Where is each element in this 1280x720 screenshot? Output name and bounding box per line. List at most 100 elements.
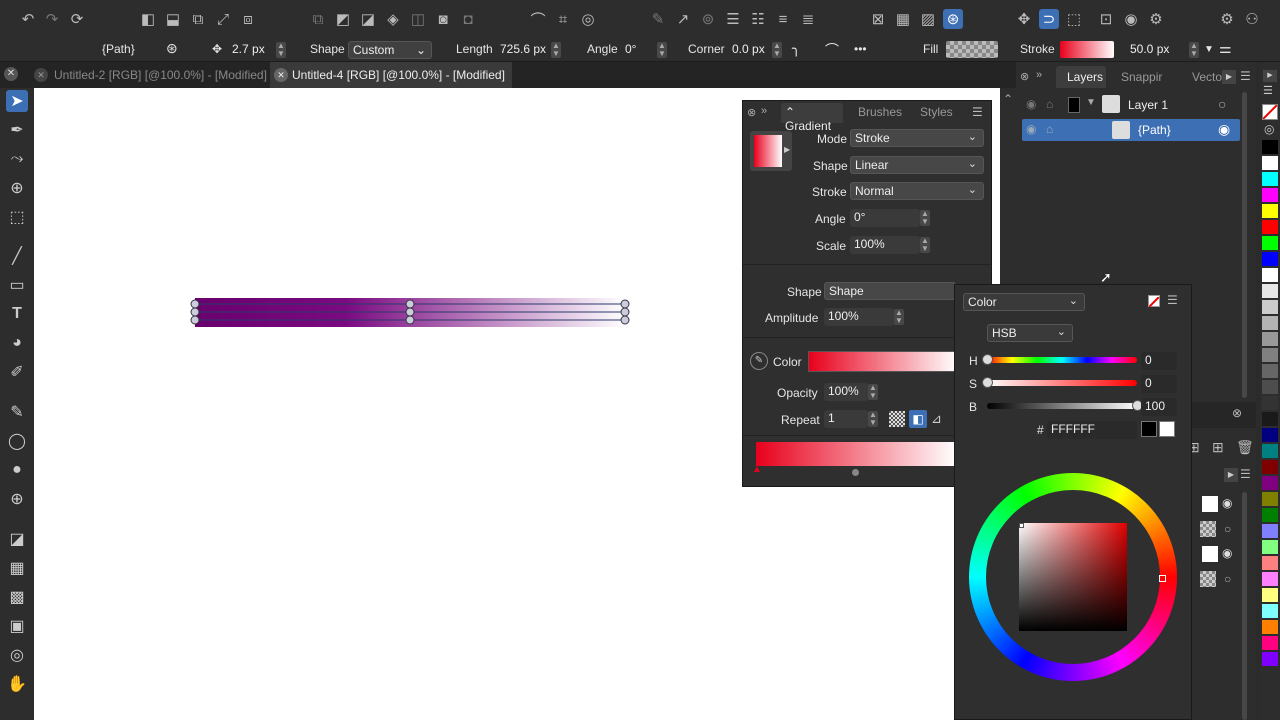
pattern-tool-icon[interactable]: ▩	[6, 586, 28, 608]
color-swatch[interactable]	[1262, 236, 1278, 250]
scale-field[interactable]: 100%	[850, 236, 920, 254]
snap-active-icon[interactable]: ⊃	[1039, 9, 1059, 29]
color-swatch[interactable]	[1262, 204, 1278, 218]
lock-icon[interactable]: ⌂	[1046, 97, 1053, 111]
boolean-divide-icon[interactable]: ◫	[408, 9, 428, 29]
delete-layer-icon[interactable]: 🗑	[1236, 439, 1254, 456]
target-icon[interactable]: ◎	[578, 9, 598, 29]
color-swatch[interactable]	[1262, 524, 1278, 538]
boolean-add-icon[interactable]: ⧉	[308, 9, 328, 29]
close-tab-icon[interactable]: ✕	[274, 68, 288, 82]
corner-type-icon[interactable]: ╮	[792, 40, 800, 57]
stroke-options-icon[interactable]: ⚌	[1219, 40, 1232, 57]
node-handle[interactable]	[405, 299, 415, 309]
old-color-swatch[interactable]	[1141, 421, 1157, 437]
layer-row-layer-1[interactable]: ◉ ⌂ ▼ Layer 1 ○	[1022, 94, 1240, 116]
node-handle[interactable]	[405, 315, 415, 325]
color-picker-tool-icon[interactable]: ✋	[6, 673, 28, 695]
marquee-tool-icon[interactable]: ⬚	[6, 206, 28, 228]
node-handle[interactable]	[190, 299, 200, 309]
color-swatch[interactable]	[1262, 604, 1278, 618]
tab-layers[interactable]: Layers	[1056, 66, 1106, 88]
gradient-preview-box[interactable]: ▶	[750, 131, 792, 171]
edit-gradient-icon[interactable]: ⊿	[931, 411, 942, 427]
saturation-field[interactable]: 0	[1141, 375, 1177, 393]
fill-tool-icon[interactable]: ◕	[6, 332, 28, 354]
export-icon[interactable]: ↗	[673, 9, 693, 29]
layer-select-radio[interactable]: ◉	[1218, 121, 1230, 138]
color-swatch[interactable]	[1262, 556, 1278, 570]
palette-menu-icon[interactable]: ☰	[1263, 84, 1273, 97]
tab-vector[interactable]: Vector	[1192, 70, 1226, 84]
gradient-tool-icon[interactable]: ◪	[6, 528, 28, 550]
stroke-width-field[interactable]: 2.7 px	[230, 41, 267, 59]
shape-dropdown[interactable]: Custom ⌄	[348, 41, 432, 59]
gradient-bar[interactable]	[756, 442, 956, 466]
opacity-stepper[interactable]: ▲ ▼	[868, 384, 878, 400]
color-swatch[interactable]	[1262, 364, 1278, 378]
stroke-size-dropdown-icon[interactable]: ▼	[1204, 44, 1214, 55]
angle-stepper[interactable]: ▲ ▼	[920, 210, 930, 226]
collapse-icon[interactable]: »	[761, 105, 767, 117]
pen-line-icon[interactable]: ╱	[6, 245, 28, 267]
color-swatch[interactable]	[1262, 348, 1278, 362]
effects-scrollbar[interactable]	[1242, 492, 1247, 720]
color-swatch[interactable]	[1262, 220, 1278, 234]
crop-frame-icon[interactable]: ⊡	[1096, 9, 1116, 29]
hex-field[interactable]: FFFFFF	[1047, 421, 1137, 439]
node-handle[interactable]	[405, 307, 415, 317]
eyedropper-icon[interactable]: ✎	[750, 352, 768, 370]
amplitude-field[interactable]: 100%	[824, 308, 894, 326]
layer-select-radio[interactable]: ○	[1218, 96, 1226, 112]
stroke-dropdown[interactable]: Normal ⌄	[850, 182, 984, 200]
resize-icon[interactable]: ⤢	[213, 9, 233, 29]
gear-brush-icon[interactable]: ⚙	[1146, 9, 1166, 29]
radio-icon[interactable]: ○	[1224, 522, 1231, 536]
angle-field[interactable]: 0°	[850, 209, 920, 227]
lock-icon[interactable]: ⌂	[1046, 122, 1053, 136]
layer-effects-icon[interactable]: ◎	[6, 644, 28, 666]
distribute-alt-icon[interactable]: ≣	[798, 9, 818, 29]
tab-brushes[interactable]: Brushes	[858, 105, 902, 119]
collapse-icon[interactable]: »	[1036, 69, 1042, 81]
effect-swatch[interactable]	[1200, 521, 1216, 537]
panel-menu-icon[interactable]: ☰	[972, 105, 983, 119]
edit-icon[interactable]: ✎	[648, 9, 668, 29]
color-swatch[interactable]	[1262, 412, 1278, 426]
rectangle-tool-icon[interactable]: ▭	[6, 274, 28, 296]
sb-picker-marker[interactable]	[1019, 523, 1024, 528]
boolean-combine-icon[interactable]: ◙	[433, 9, 453, 29]
node-handle[interactable]	[190, 315, 200, 325]
panel-menu-icon[interactable]: ☰	[1240, 467, 1251, 481]
color-swatch[interactable]	[1262, 300, 1278, 314]
crop-icon[interactable]: ⌗	[553, 9, 573, 29]
boolean-subtract-icon[interactable]: ◩	[333, 9, 353, 29]
close-panel-icon[interactable]: ⊗	[747, 106, 756, 119]
saturation-slider[interactable]	[982, 377, 1137, 388]
vector-brush-icon[interactable]: ✐	[6, 361, 28, 383]
none-color-icon[interactable]	[1148, 295, 1160, 308]
corner-stepper[interactable]: ▲ ▼	[772, 42, 782, 58]
tab-untitled-2[interactable]: ✕ Untitled-2 [RGB] [@100.0%] - [Modified…	[34, 62, 268, 88]
layers-scrollbar[interactable]	[1242, 92, 1247, 398]
close-all-icon[interactable]: ✕	[4, 67, 18, 81]
color-swatch[interactable]	[1262, 188, 1278, 202]
saturation-brightness-square[interactable]	[1019, 523, 1127, 631]
node-tool-icon[interactable]: ✒	[6, 119, 28, 141]
repeat-stepper[interactable]: ▲ ▼	[868, 411, 878, 427]
tab-snapping[interactable]: Snappir	[1121, 70, 1162, 84]
distribute-icon[interactable]: ≡	[773, 9, 793, 29]
hatch-icon[interactable]: ▨	[918, 9, 938, 29]
hue-slider-knob[interactable]	[982, 354, 993, 365]
color-swatch[interactable]	[1262, 268, 1278, 282]
color-swatch[interactable]	[1262, 396, 1278, 410]
node-handle[interactable]	[620, 315, 630, 325]
expand-triangle-icon[interactable]: ▼	[1086, 97, 1096, 108]
color-swatch[interactable]	[1262, 620, 1278, 634]
color-swatch[interactable]	[1262, 588, 1278, 602]
corner-field[interactable]: 0.0 px	[730, 41, 767, 59]
curve-icon[interactable]: ⌒	[528, 9, 548, 29]
boolean-exclude-icon[interactable]: ◘	[458, 9, 478, 29]
clear-icon[interactable]: ⊗	[1232, 406, 1242, 420]
color-swatch[interactable]	[1262, 508, 1278, 522]
